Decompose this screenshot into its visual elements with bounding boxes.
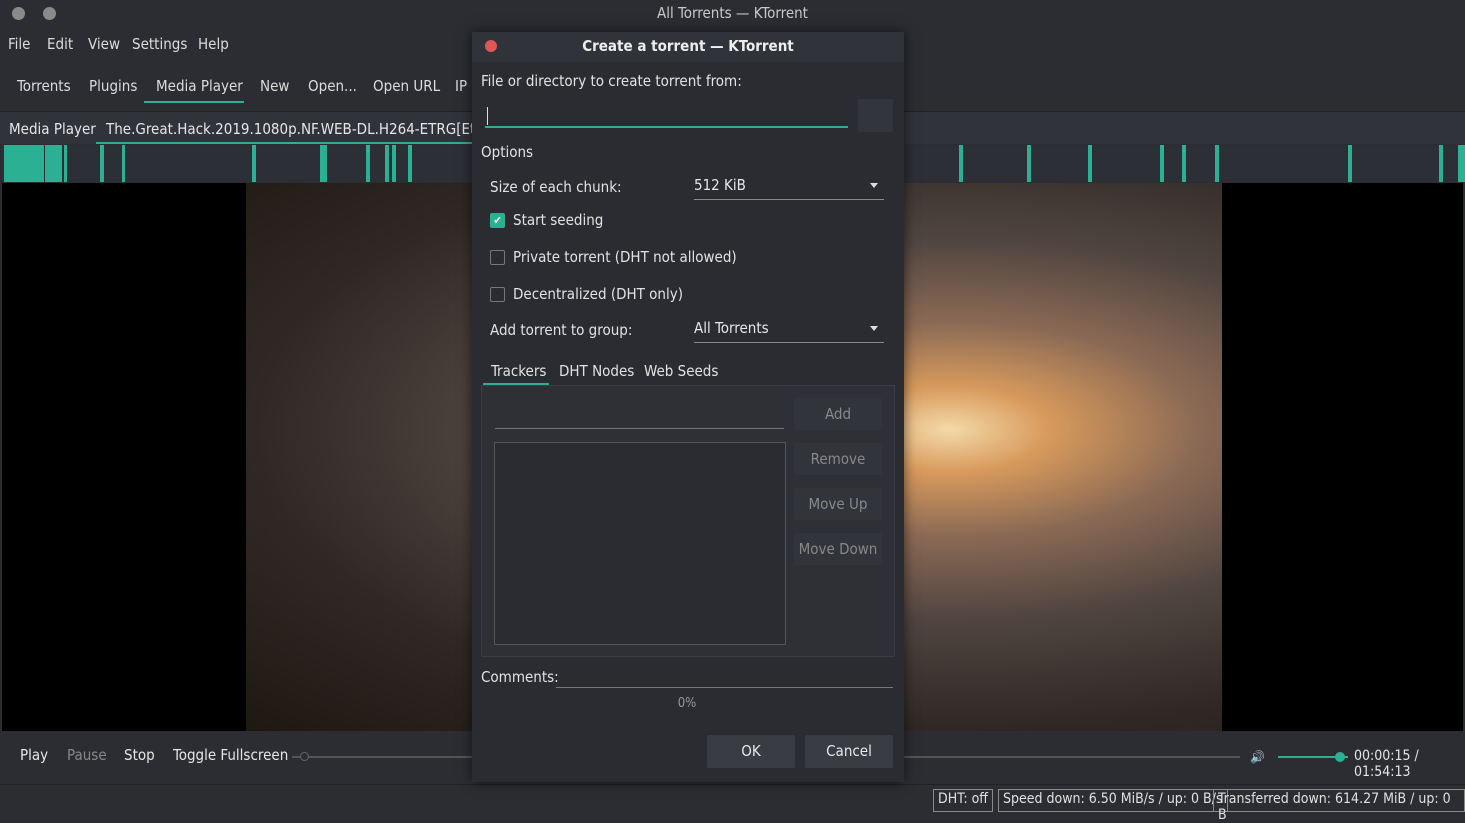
move-up-button[interactable]: Move Up — [794, 488, 882, 520]
downloaded-piece — [959, 145, 963, 182]
window-button[interactable] — [43, 7, 56, 20]
chevron-down-icon — [870, 326, 878, 331]
active-tab-indicator — [144, 101, 244, 103]
text-cursor — [487, 107, 488, 125]
downloaded-piece — [1458, 145, 1465, 182]
status-speed: Speed down: 6.50 MiB/s / up: 0 B/s — [998, 789, 1228, 812]
downloaded-piece — [1215, 145, 1219, 182]
downloaded-piece — [64, 145, 67, 182]
trackers-panel: Add Remove Move Up Move Down — [481, 385, 895, 657]
toolbar-open[interactable]: Open... — [308, 77, 357, 95]
move-down-button[interactable]: Move Down — [794, 533, 882, 565]
volume-icon[interactable]: 🔊 — [1250, 750, 1265, 764]
tracker-url-input[interactable] — [495, 407, 784, 429]
downloaded-piece — [1027, 145, 1031, 182]
downloaded-piece — [1182, 145, 1186, 182]
toolbar-torrents[interactable]: Torrents — [17, 77, 71, 95]
play-button[interactable]: Play — [20, 746, 48, 764]
comments-input[interactable] — [556, 664, 893, 688]
chevron-down-icon — [870, 183, 878, 188]
browse-button[interactable] — [858, 99, 893, 132]
private-torrent-checkbox[interactable] — [490, 250, 505, 265]
tab-dht-nodes[interactable]: DHT Nodes — [559, 362, 634, 380]
private-torrent-label[interactable]: Private torrent (DHT not allowed) — [513, 248, 737, 266]
downloaded-piece — [1348, 145, 1352, 182]
volume-handle[interactable] — [1335, 752, 1345, 762]
window-title: All Torrents — KTorrent — [657, 4, 808, 22]
cancel-button[interactable]: Cancel — [805, 735, 893, 768]
downloaded-piece — [1439, 145, 1443, 182]
status-transferred: Transferred down: 614.27 MiB / up: 0 B — [1213, 789, 1465, 823]
downloaded-piece — [1088, 145, 1092, 182]
toolbar-plugins[interactable]: Plugins — [89, 77, 137, 95]
status-dht: DHT: off — [933, 789, 993, 812]
dialog-title: Create a torrent — KTorrent — [472, 32, 904, 62]
chunk-size-select[interactable]: 512 KiB — [694, 176, 884, 200]
toolbar-media-player[interactable]: Media Player — [156, 77, 243, 95]
chunk-label: Size of each chunk: — [490, 178, 622, 196]
seek-handle[interactable] — [300, 752, 309, 761]
menu-settings[interactable]: Settings — [132, 35, 187, 53]
start-seeding-label[interactable]: Start seeding — [513, 211, 603, 229]
progress-bar: 0% — [481, 696, 893, 718]
file-input[interactable] — [485, 104, 848, 128]
tracker-list[interactable] — [494, 442, 786, 645]
progress-text: 0% — [677, 696, 697, 711]
window-button[interactable] — [12, 7, 25, 20]
tab-trackers[interactable]: Trackers — [491, 362, 546, 380]
ok-button[interactable]: OK — [707, 735, 795, 768]
toolbar-open-url[interactable]: Open URL — [373, 77, 440, 95]
downloaded-piece — [366, 145, 370, 182]
add-button[interactable]: Add — [794, 398, 882, 430]
stop-button[interactable]: Stop — [124, 746, 155, 764]
fullscreen-button[interactable]: Toggle Fullscreen — [173, 746, 288, 764]
create-torrent-dialog: Create a torrent — KTorrent File or dire… — [472, 32, 904, 782]
start-seeding-checkbox[interactable]: ✔ — [490, 213, 505, 228]
downloaded-piece — [4, 145, 44, 182]
decentralized-label[interactable]: Decentralized (DHT only) — [513, 285, 683, 303]
downloaded-piece — [408, 145, 412, 182]
tab-indicator — [96, 142, 472, 144]
close-icon[interactable] — [485, 40, 497, 52]
decentralized-checkbox[interactable] — [490, 287, 505, 302]
chunk-size-value: 512 KiB — [694, 176, 746, 194]
options-label: Options — [481, 143, 534, 161]
time-display: 00:00:15 / 01:54:13 — [1354, 748, 1419, 780]
group-value: All Torrents — [694, 319, 769, 337]
tab-media-player[interactable]: Media Player — [9, 120, 96, 138]
downloaded-piece — [392, 145, 396, 182]
menu-help[interactable]: Help — [198, 35, 229, 53]
menu-view[interactable]: View — [88, 35, 120, 53]
downloaded-piece — [1160, 145, 1164, 182]
downloaded-piece — [122, 145, 125, 182]
group-label: Add torrent to group: — [490, 321, 633, 339]
comments-label: Comments: — [481, 668, 559, 686]
tab-web-seeds[interactable]: Web Seeds — [644, 362, 718, 380]
file-label: File or directory to create torrent from… — [481, 72, 742, 90]
group-select[interactable]: All Torrents — [694, 319, 884, 343]
downloaded-piece — [45, 145, 62, 182]
downloaded-piece — [385, 145, 389, 182]
downloaded-piece — [100, 145, 104, 182]
remove-button[interactable]: Remove — [794, 443, 882, 475]
toolbar-ip[interactable]: IP — [455, 77, 467, 95]
pause-button[interactable]: Pause — [67, 746, 107, 764]
toolbar-new[interactable]: New — [260, 77, 289, 95]
menu-file[interactable]: File — [8, 35, 30, 53]
menu-edit[interactable]: Edit — [47, 35, 73, 53]
downloaded-piece — [252, 145, 256, 182]
downloaded-piece — [320, 145, 327, 182]
tab-video-file[interactable]: The.Great.Hack.2019.1080p.NF.WEB-DL.H264… — [106, 120, 534, 138]
